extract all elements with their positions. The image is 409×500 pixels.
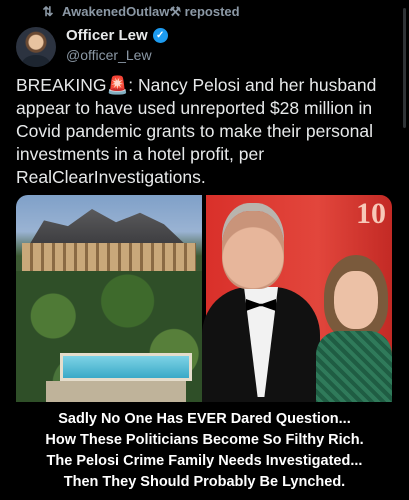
caption-line: Then They Should Probably Be Lynched. xyxy=(63,474,346,490)
scrollbar[interactable] xyxy=(403,8,406,128)
resort-roof xyxy=(28,209,188,247)
post-text: BREAKING🚨: Nancy Pelosi and her husband … xyxy=(16,74,396,189)
author-handle[interactable]: @officer_Lew xyxy=(66,47,168,63)
resort-building xyxy=(22,243,196,273)
woman-face xyxy=(334,271,378,329)
author-block[interactable]: Officer Lew ✓ @officer_Lew xyxy=(66,27,168,63)
avatar-figure xyxy=(22,55,50,67)
man-face xyxy=(222,211,284,289)
author-name[interactable]: Officer Lew xyxy=(66,27,148,44)
verified-badge-icon: ✓ xyxy=(152,28,168,43)
breaking-label: BREAKING xyxy=(16,75,107,95)
siren-icon: 🚨 xyxy=(106,75,129,95)
caption-line: How These Politicians Become So Filthy R… xyxy=(45,432,364,448)
caption-line: Sadly No One Has EVER Dared Question... xyxy=(58,411,351,427)
avatar[interactable] xyxy=(16,27,56,67)
meme-caption: Sadly No One Has EVER Dared Question... … xyxy=(0,402,409,500)
repost-icon: ⇅ xyxy=(42,4,54,19)
repost-header[interactable]: ⇅ AwakenedOutlaw⚒ reposted xyxy=(40,4,240,20)
caption-line: The Pelosi Crime Family Needs Investigat… xyxy=(46,453,363,469)
resort-pool xyxy=(60,353,192,381)
repost-text: AwakenedOutlaw⚒ reposted xyxy=(62,4,240,19)
backdrop-text: 10 xyxy=(356,197,386,230)
woman-dress xyxy=(316,331,392,411)
